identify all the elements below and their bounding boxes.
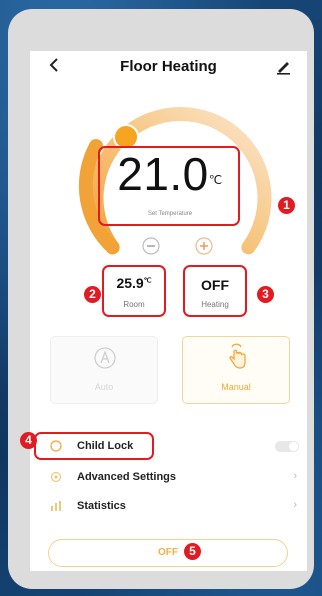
settings-row-statistics[interactable]: Statistics › [30, 495, 307, 517]
advanced-chevron-icon: › [293, 470, 297, 482]
callout-box-4 [34, 432, 154, 460]
phone-frame: Floor Heating 21.0℃ Set Temperature 1 25… [8, 9, 314, 589]
hand-pointer-icon [229, 343, 246, 369]
room-unit: ℃ [143, 277, 152, 285]
mode-manual-button[interactable]: Manual [182, 336, 290, 404]
advanced-settings-label: Advanced Settings [77, 471, 177, 483]
increase-temperature-button[interactable] [195, 237, 213, 255]
callout-number-1: 1 [278, 197, 295, 214]
room-value: 25.9 [116, 275, 144, 291]
bar-chart-icon [51, 501, 61, 511]
mode-manual-label: Manual [221, 382, 251, 392]
settings-row-advanced[interactable]: Advanced Settings › [30, 466, 307, 488]
power-off-label: OFF [158, 547, 178, 558]
statistics-label: Statistics [77, 500, 126, 512]
callout-number-3: 3 [257, 286, 274, 303]
mode-auto-button[interactable]: Auto [50, 336, 158, 404]
callout-box-2 [102, 265, 166, 317]
callout-box-1 [98, 146, 240, 226]
mode-auto-label: Auto [94, 382, 114, 392]
room-temperature-value: 25.9℃ [102, 275, 166, 291]
callout-number-2: 2 [84, 286, 101, 303]
statistics-chevron-icon: › [293, 499, 297, 511]
decrease-temperature-button[interactable] [142, 237, 160, 255]
auto-a-icon [94, 347, 116, 369]
callout-number-4: 4 [20, 432, 37, 449]
heating-status-value: OFF [201, 277, 229, 293]
callout-number-5: 5 [184, 543, 201, 560]
room-label: Room [123, 300, 145, 309]
power-off-button[interactable]: OFF [48, 539, 288, 567]
child-lock-toggle[interactable] [275, 441, 299, 452]
gear-icon [50, 471, 62, 483]
heating-label: Heating [201, 300, 229, 309]
app-screen: Floor Heating 21.0℃ Set Temperature 1 25… [30, 51, 307, 571]
